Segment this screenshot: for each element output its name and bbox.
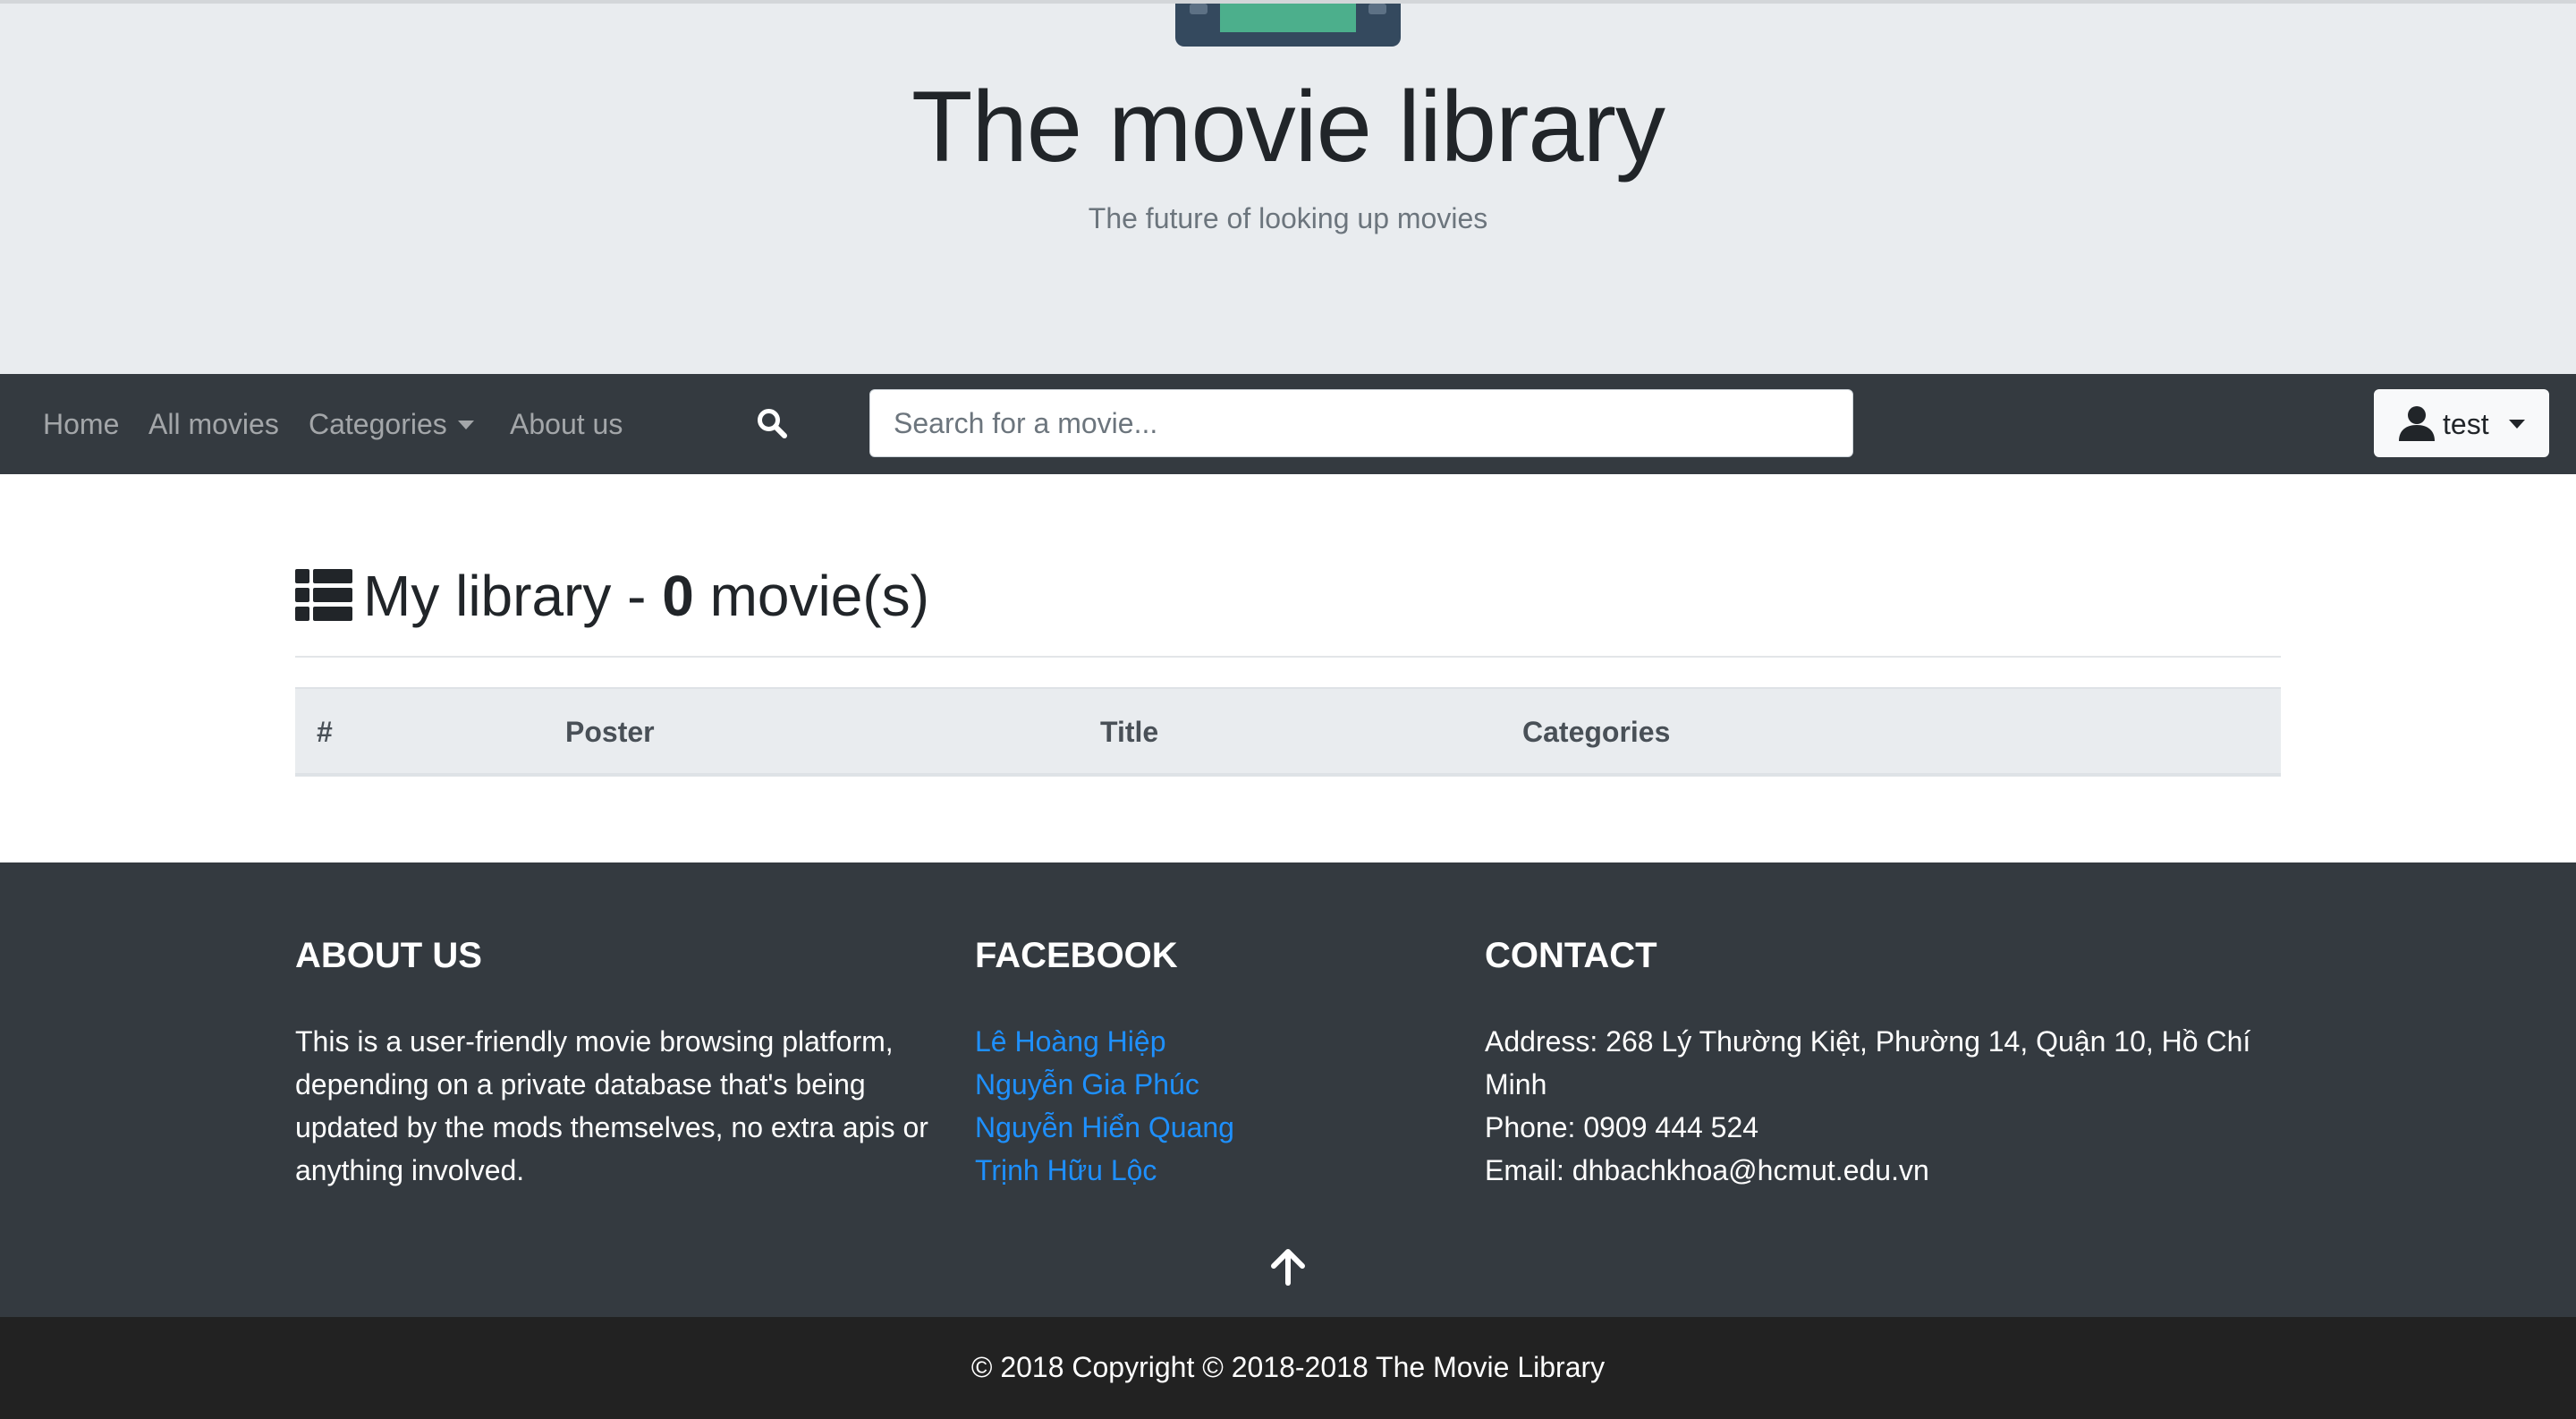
user-menu-button[interactable]: test	[2374, 389, 2549, 457]
footer-contact-heading: CONTACT	[1485, 936, 1657, 975]
facebook-link-trinh-huu-loc[interactable]: Trịnh Hữu Lộc	[975, 1149, 1440, 1192]
copyright-text: © 2018 Copyright © 2018-2018 The Movie L…	[970, 1351, 1606, 1383]
nav-categories-label: Categories	[309, 408, 447, 440]
nav-all-movies[interactable]: All movies	[148, 406, 279, 442]
library-heading-suffix: movie(s)	[693, 564, 929, 628]
library-movie-count: 0	[662, 564, 694, 628]
username-label: test	[2443, 408, 2489, 440]
copyright-bar: © 2018 Copyright © 2018-2018 The Movie L…	[0, 1317, 2576, 1419]
column-header-poster: Poster	[565, 716, 655, 748]
movie-search-input[interactable]	[869, 389, 1853, 457]
film-logo-icon	[1175, 4, 1401, 47]
site-title: The movie library	[911, 71, 1665, 183]
chevron-down-icon	[2509, 420, 2525, 429]
contact-address: Address: 268 Lý Thường Kiệt, Phường 14, …	[1485, 1025, 2251, 1100]
library-heading-prefix: My library -	[363, 564, 663, 628]
contact-email: Email: dhbachkhoa@hcmut.edu.vn	[1485, 1154, 1929, 1186]
facebook-link-le-hoang-hiep[interactable]: Lê Hoàng Hiệp	[975, 1020, 1440, 1063]
nav-home[interactable]: Home	[43, 406, 119, 442]
site-footer: ABOUT US This is a user-friendly movie b…	[0, 862, 2576, 1317]
footer-about-text: This is a user-friendly movie browsing p…	[295, 1025, 928, 1186]
user-icon	[2399, 406, 2435, 441]
column-header-categories: Categories	[1522, 716, 1671, 748]
hero-jumbotron: The movie library The future of looking …	[0, 0, 2576, 374]
search-icon[interactable]	[757, 408, 787, 438]
heading-divider	[295, 656, 2281, 658]
site-subtitle: The future of looking up movies	[1088, 202, 1488, 234]
column-header-number: #	[317, 716, 333, 748]
contact-phone: Phone: 0909 444 524	[1485, 1111, 1759, 1143]
nav-categories-dropdown[interactable]: Categories	[309, 406, 474, 442]
library-heading: My library - 0 movie(s)	[363, 562, 929, 630]
footer-facebook-heading: FACEBOOK	[975, 936, 1178, 975]
chevron-down-icon	[457, 420, 474, 429]
column-header-title: Title	[1100, 716, 1159, 748]
arrow-up-icon[interactable]	[1268, 1247, 1308, 1287]
nav-about-us[interactable]: About us	[510, 406, 623, 442]
footer-about-heading: ABOUT US	[295, 936, 482, 975]
footer-facebook-section: FACEBOOK Lê Hoàng Hiệp Nguyễn Gia Phúc N…	[975, 934, 1440, 1192]
footer-about-section: ABOUT US This is a user-friendly movie b…	[295, 934, 948, 1192]
facebook-link-nguyen-hien-quang[interactable]: Nguyễn Hiển Quang	[975, 1106, 1440, 1149]
library-table-header: # Poster Title Categories	[295, 687, 2281, 777]
footer-contact-section: CONTACT Address: 268 Lý Thường Kiệt, Phư…	[1485, 934, 2290, 1192]
facebook-link-nguyen-gia-phuc[interactable]: Nguyễn Gia Phúc	[975, 1063, 1440, 1106]
list-icon	[295, 569, 352, 621]
